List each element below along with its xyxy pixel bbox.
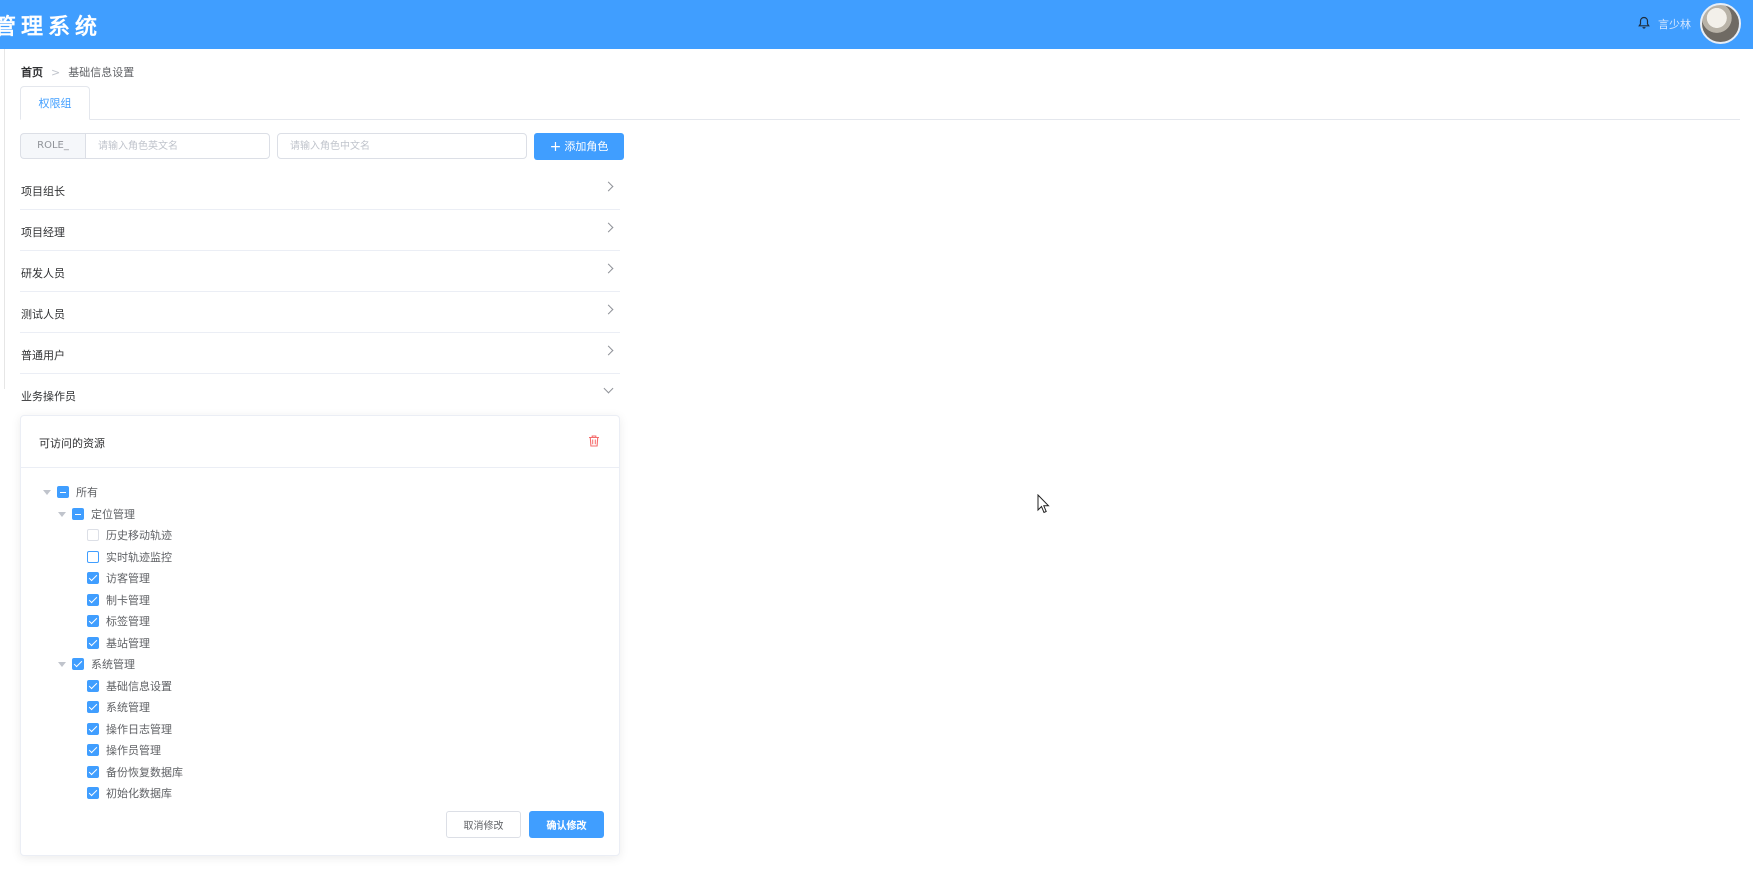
chevron-right-icon xyxy=(603,304,614,315)
chevron-right-icon: > xyxy=(51,66,61,79)
tree-node-leaf[interactable]: 实时轨迹监控 xyxy=(87,548,172,566)
chevron-right-icon xyxy=(603,222,614,233)
checkbox[interactable] xyxy=(57,486,69,498)
tree-node-label: 基础信息设置 xyxy=(106,680,172,693)
breadcrumb: 首页 > 基础信息设置 xyxy=(21,64,134,80)
cancel-button[interactable]: 取消修改 xyxy=(446,811,521,838)
username[interactable]: 言少林 xyxy=(1658,16,1691,32)
role-item-label: 项目组长 xyxy=(21,185,65,198)
trash-icon[interactable] xyxy=(587,434,601,448)
avatar[interactable] xyxy=(1700,3,1741,44)
tree-node-leaf[interactable]: 操作日志管理 xyxy=(87,720,172,738)
role-item-label: 项目经理 xyxy=(21,226,65,239)
role-item-expanded[interactable]: 业务操作员 xyxy=(20,374,620,415)
chevron-right-icon xyxy=(603,263,614,274)
checkbox[interactable] xyxy=(87,594,99,606)
resource-permission-card: 可访问的资源 所有 定位管理 历史移动轨迹 实时轨迹监控 访客管理 制卡管理 标… xyxy=(20,415,620,856)
caret-down-icon[interactable] xyxy=(43,489,51,495)
confirm-button[interactable]: 确认修改 xyxy=(529,811,604,838)
add-role-label: 添加角色 xyxy=(564,140,609,153)
tree-node-leaf[interactable]: 制卡管理 xyxy=(87,591,150,609)
caret-down-icon[interactable] xyxy=(58,511,66,517)
tree-node-label: 历史移动轨迹 xyxy=(106,529,172,542)
tree-node-root[interactable]: 所有 xyxy=(43,483,98,501)
role-english-input[interactable] xyxy=(85,133,270,159)
tree-node-leaf[interactable]: 基础信息设置 xyxy=(87,677,172,695)
app-title: 管理系统 xyxy=(0,14,103,40)
tree-node-label: 访客管理 xyxy=(106,572,150,585)
tree-node-leaf[interactable]: 初始化数据库 xyxy=(87,784,172,802)
role-item-label: 业务操作员 xyxy=(21,390,76,403)
tree-node-leaf[interactable]: 系统管理 xyxy=(87,698,150,716)
checkbox[interactable] xyxy=(87,551,99,563)
tab-permission-group[interactable]: 权限组 xyxy=(20,86,90,120)
role-item-label: 测试人员 xyxy=(21,308,65,321)
tree-node-label: 实时轨迹监控 xyxy=(106,551,172,564)
tree-node-label: 系统管理 xyxy=(91,658,135,671)
chevron-right-icon xyxy=(603,181,614,192)
role-item[interactable]: 项目组长 xyxy=(20,169,620,210)
tree-node-leaf[interactable]: 标签管理 xyxy=(87,612,150,630)
checkbox[interactable] xyxy=(87,615,99,627)
card-title: 可访问的资源 xyxy=(39,437,105,450)
add-role-button[interactable]: + 添加角色 xyxy=(534,133,624,160)
tree-node-leaf[interactable]: 基站管理 xyxy=(87,634,150,652)
tree-node-leaf[interactable]: 历史移动轨迹 xyxy=(87,526,172,544)
mouse-cursor-icon xyxy=(1037,494,1050,514)
checkbox[interactable] xyxy=(87,744,99,756)
breadcrumb-current: 基础信息设置 xyxy=(68,66,135,79)
tree-node-label: 定位管理 xyxy=(91,508,135,521)
checkbox[interactable] xyxy=(87,787,99,799)
tree-node-leaf[interactable]: 备份恢复数据库 xyxy=(87,763,183,781)
checkbox[interactable] xyxy=(87,529,99,541)
checkbox[interactable] xyxy=(87,766,99,778)
checkbox[interactable] xyxy=(72,658,84,670)
tree-node-label: 系统管理 xyxy=(106,701,150,714)
role-english-input-group: ROLE_ xyxy=(20,133,270,159)
bell-icon[interactable] xyxy=(1636,15,1652,31)
tree-node-label: 基站管理 xyxy=(106,637,150,650)
top-header: 管理系统 言少林 xyxy=(0,0,1753,49)
tree-node-label: 备份恢复数据库 xyxy=(106,766,183,779)
role-item[interactable]: 项目经理 xyxy=(20,210,620,251)
checkbox[interactable] xyxy=(87,701,99,713)
tree-node-leaf[interactable]: 访客管理 xyxy=(87,569,150,587)
tree-node-group[interactable]: 系统管理 xyxy=(58,655,135,673)
role-collapse-list: 项目组长 项目经理 研发人员 测试人员 普通用户 业务操作员 xyxy=(20,169,620,415)
role-item-label: 普通用户 xyxy=(21,349,65,362)
tree-node-label: 所有 xyxy=(76,486,98,499)
role-item[interactable]: 测试人员 xyxy=(20,292,620,333)
role-item[interactable]: 普通用户 xyxy=(20,333,620,374)
checkbox[interactable] xyxy=(87,723,99,735)
chevron-down-icon xyxy=(603,383,614,394)
tree-node-label: 操作日志管理 xyxy=(106,723,172,736)
checkbox[interactable] xyxy=(87,637,99,649)
role-item[interactable]: 研发人员 xyxy=(20,251,620,292)
role-item-label: 研发人员 xyxy=(21,267,65,280)
checkbox[interactable] xyxy=(87,572,99,584)
tree-node-label: 操作员管理 xyxy=(106,744,161,757)
tree-node-label: 制卡管理 xyxy=(106,594,150,607)
plus-icon: + xyxy=(549,139,562,155)
tree-node-label: 初始化数据库 xyxy=(106,787,172,800)
tree-node-label: 标签管理 xyxy=(106,615,150,628)
checkbox[interactable] xyxy=(87,680,99,692)
breadcrumb-home[interactable]: 首页 xyxy=(21,66,43,79)
tree-node-group[interactable]: 定位管理 xyxy=(58,505,135,523)
role-prefix: ROLE_ xyxy=(20,133,85,159)
chevron-right-icon xyxy=(603,345,614,356)
checkbox[interactable] xyxy=(72,508,84,520)
tab-bar: 权限组 xyxy=(20,86,1740,120)
card-header: 可访问的资源 xyxy=(21,416,619,468)
tree-node-leaf[interactable]: 操作员管理 xyxy=(87,741,161,759)
role-chinese-input[interactable] xyxy=(277,133,527,159)
sidebar-edge xyxy=(0,49,5,389)
caret-down-icon[interactable] xyxy=(58,661,66,667)
